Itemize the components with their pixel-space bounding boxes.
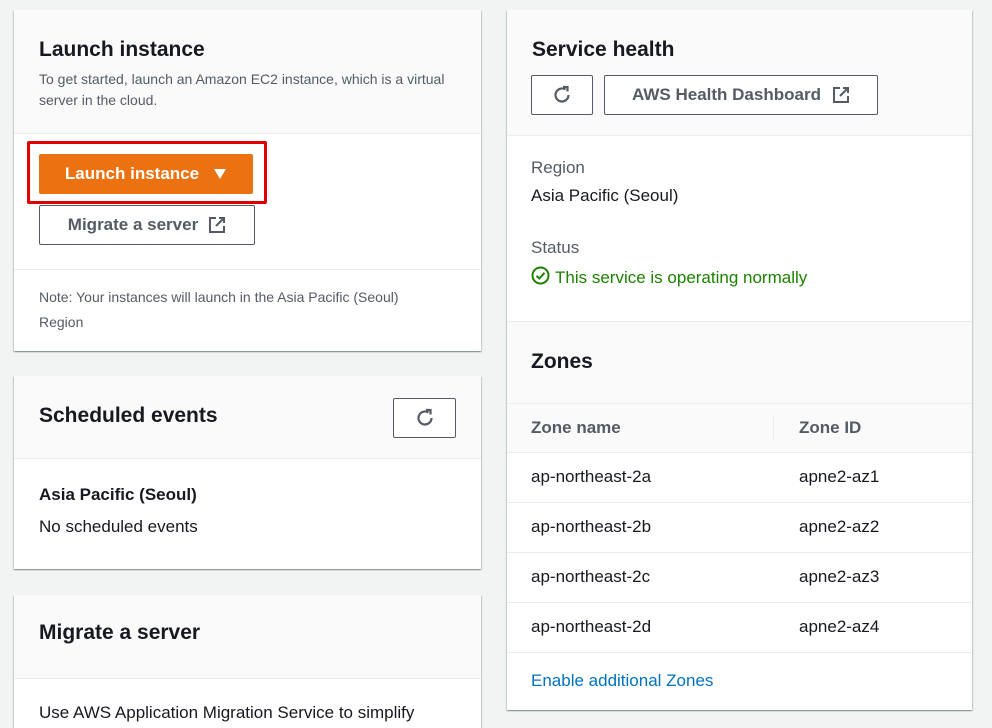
launch-instance-button[interactable]: Launch instance: [39, 154, 253, 194]
aws-health-dashboard-button[interactable]: AWS Health Dashboard: [604, 75, 878, 115]
external-link-icon: [832, 86, 850, 104]
zone-id-column-header[interactable]: Zone ID: [773, 404, 972, 453]
region-label: Region: [531, 158, 585, 177]
table-row: ap-northeast-2d apne2-az4: [507, 602, 972, 653]
scheduled-events-card: Scheduled events Asia Pacific (Seoul) No…: [14, 376, 481, 569]
migrate-server-card: Migrate a server Use AWS Application Mig…: [14, 595, 481, 728]
zone-name-column-header[interactable]: Zone name: [507, 404, 773, 453]
service-health-title: Service health: [532, 38, 675, 61]
service-health-body: Region Asia Pacific (Seoul) Status This …: [507, 136, 972, 322]
status-text: This service is operating normally: [555, 268, 808, 287]
scheduled-events-region: Asia Pacific (Seoul): [39, 485, 197, 504]
refresh-events-button[interactable]: [393, 398, 456, 438]
service-health-card: Service health AWS Health Dashboard Regi…: [507, 10, 972, 710]
zone-name-cell: ap-northeast-2c: [507, 552, 773, 603]
refresh-icon: [552, 85, 572, 105]
scheduled-events-message: No scheduled events: [39, 517, 198, 536]
launch-instance-header: Launch instance To get started, launch a…: [14, 10, 481, 134]
zone-id-cell: apne2-az2: [773, 502, 972, 553]
zones-table-header-row: Zone name Zone ID: [507, 404, 972, 453]
check-circle-icon: [531, 266, 550, 290]
zone-id-cell: apne2-az4: [773, 602, 972, 653]
service-health-header: Service health AWS Health Dashboard: [507, 10, 972, 136]
zones-footer: Enable additional Zones: [507, 653, 972, 691]
refresh-health-button[interactable]: [531, 75, 593, 115]
external-link-icon: [208, 216, 226, 234]
migrate-server-title: Migrate a server: [39, 621, 201, 644]
zone-id-cell: apne2-az1: [773, 452, 972, 503]
launch-instance-note: Note: Your instances will launch in the …: [39, 289, 399, 330]
status-label: Status: [531, 238, 580, 257]
zones-title: Zones: [531, 350, 593, 373]
zone-id-column-header-label: Zone ID: [799, 417, 862, 437]
zones-table: Zone name Zone ID ap-northeast-2a apne2-…: [507, 404, 972, 653]
table-row: ap-northeast-2a apne2-az1: [507, 452, 972, 503]
scheduled-events-header: Scheduled events: [14, 376, 481, 459]
scheduled-events-body: Asia Pacific (Seoul) No scheduled events: [14, 459, 481, 537]
table-row: ap-northeast-2b apne2-az2: [507, 502, 972, 553]
launch-instance-button-label: Launch instance: [64, 164, 200, 183]
migrate-server-header: Migrate a server: [14, 595, 481, 679]
zones-header: Zones: [507, 322, 972, 404]
zone-name-cell: ap-northeast-2a: [507, 452, 773, 503]
migrate-server-button[interactable]: Migrate a server: [39, 205, 255, 245]
migrate-server-button-label: Migrate a server: [67, 215, 199, 234]
status-value: This service is operating normally: [531, 266, 948, 290]
launch-instance-description: To get started, launch an Amazon EC2 ins…: [39, 71, 445, 108]
table-row: ap-northeast-2c apne2-az3: [507, 552, 972, 603]
enable-additional-zones-link[interactable]: Enable additional Zones: [531, 671, 713, 690]
zone-id-cell: apne2-az3: [773, 552, 972, 603]
launch-instance-card: Launch instance To get started, launch a…: [14, 10, 481, 351]
zone-name-cell: ap-northeast-2d: [507, 602, 773, 653]
column-separator: [773, 416, 774, 440]
refresh-icon: [415, 408, 435, 428]
aws-health-dashboard-label: AWS Health Dashboard: [632, 85, 821, 104]
zone-name-cell: ap-northeast-2b: [507, 502, 773, 553]
service-health-actions: AWS Health Dashboard: [531, 75, 878, 115]
region-value: Asia Pacific (Seoul): [531, 186, 679, 205]
launch-instance-actions: Launch instance Migrate a server: [14, 134, 481, 270]
migrate-server-body: Use AWS Application Migration Service to…: [39, 703, 415, 722]
launch-instance-title: Launch instance: [39, 38, 205, 61]
caret-down-icon: [213, 168, 227, 180]
